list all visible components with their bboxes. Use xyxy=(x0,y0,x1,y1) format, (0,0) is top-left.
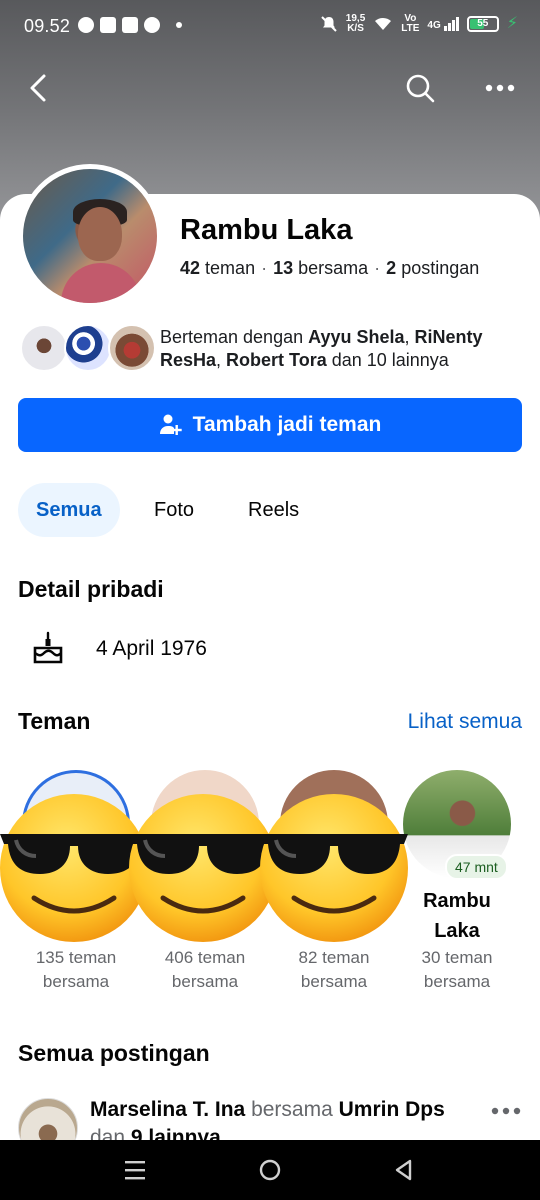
friend-card[interactable]: 47 mnt Rambu Laka 30 teman bersama xyxy=(397,770,517,1000)
friend-mutual-count: 406 teman bersama xyxy=(164,948,246,991)
back-triangle-icon xyxy=(395,1159,412,1181)
network-speed: 19,5 K/S xyxy=(345,13,366,34)
friends-title: Teman xyxy=(18,708,91,734)
avatar xyxy=(108,324,156,372)
profile-stats: 42 teman · 13 bersama · 2 postingan xyxy=(180,258,480,278)
message-notification-icon xyxy=(78,17,94,33)
tab-semua[interactable]: Semua xyxy=(18,483,120,537)
avatar xyxy=(20,324,68,372)
status-time: 09.52 xyxy=(24,16,71,36)
all-posts-title: Semua postingan xyxy=(18,1040,210,1066)
friend-name: Rambu Laka xyxy=(423,890,491,942)
personal-details-title: Detail pribadi xyxy=(18,576,164,602)
add-friend-label: Tambah jadi teman xyxy=(192,413,382,436)
charging-icon: ⚡ xyxy=(506,15,518,32)
back-arrow-icon xyxy=(30,74,46,102)
messenger-notification-icon xyxy=(144,17,160,33)
more-options-button[interactable] xyxy=(480,68,520,108)
friend-mutual-count: 82 teman bersama xyxy=(298,948,370,991)
add-friend-button[interactable]: Tambah jadi teman xyxy=(18,398,522,452)
tab-reels[interactable]: Reels xyxy=(230,483,317,537)
more-horizontal-icon xyxy=(485,84,515,92)
see-all-friends-link[interactable]: Lihat semua xyxy=(408,710,522,734)
battery-icon: 55 xyxy=(466,16,499,32)
top-app-bar xyxy=(0,60,540,116)
more-horizontal-icon xyxy=(491,1107,521,1115)
friend-mutual-count: 30 teman bersama xyxy=(421,948,493,991)
home-button[interactable] xyxy=(250,1150,290,1190)
avatar xyxy=(18,1098,78,1140)
mutual-friends-text: Berteman dengan Ayyu Shela, RiNenty ResH… xyxy=(160,327,483,370)
birthday-cake-icon xyxy=(33,631,63,664)
post-header[interactable]: Marselina T. Ina bersama Umrin Dps dan 9… xyxy=(18,1096,528,1140)
notification-icons xyxy=(78,17,182,33)
app-notification-icon xyxy=(100,17,116,33)
mute-icon xyxy=(321,16,337,32)
friend-mutual-count: 135 teman bersama xyxy=(35,948,117,991)
system-back-button[interactable] xyxy=(384,1150,424,1190)
add-person-icon xyxy=(159,414,182,435)
mutual-avatars xyxy=(18,322,158,374)
wifi-icon xyxy=(375,17,392,30)
status-bar: 09.52 19,5 K/S Vo LTE 4G 55 ⚡ xyxy=(0,0,540,52)
office-notification-icon xyxy=(122,17,138,33)
system-icons: 19,5 K/S Vo LTE 4G 55 ⚡ xyxy=(320,14,518,34)
back-button[interactable] xyxy=(18,68,58,108)
system-nav-bar xyxy=(0,1140,540,1200)
home-circle-icon xyxy=(259,1159,281,1181)
signal-icon: 4G xyxy=(427,17,459,31)
avatar xyxy=(64,324,112,372)
birthday-row xyxy=(30,628,66,668)
more-notifications-dot-icon xyxy=(176,22,182,28)
volte-indicator: Vo LTE xyxy=(401,13,420,34)
post-author-line: Marselina T. Ina bersama Umrin Dps dan 9… xyxy=(90,1098,445,1140)
tab-foto[interactable]: Foto xyxy=(136,483,212,537)
recent-apps-button[interactable] xyxy=(115,1150,155,1190)
profile-avatar[interactable] xyxy=(18,164,162,308)
post-more-button[interactable] xyxy=(484,1096,528,1126)
sunglasses-emoji-icon xyxy=(260,794,408,942)
search-button[interactable] xyxy=(400,68,440,108)
profile-name: Rambu Laka xyxy=(180,214,353,246)
mutual-friends-row[interactable]: Berteman dengan Ayyu Shela, RiNenty ResH… xyxy=(18,322,528,374)
menu-icon xyxy=(125,1161,145,1180)
birthday-text: 4 April 1976 xyxy=(96,637,207,660)
search-icon xyxy=(406,74,435,103)
last-active-badge: 47 mnt xyxy=(445,854,508,880)
